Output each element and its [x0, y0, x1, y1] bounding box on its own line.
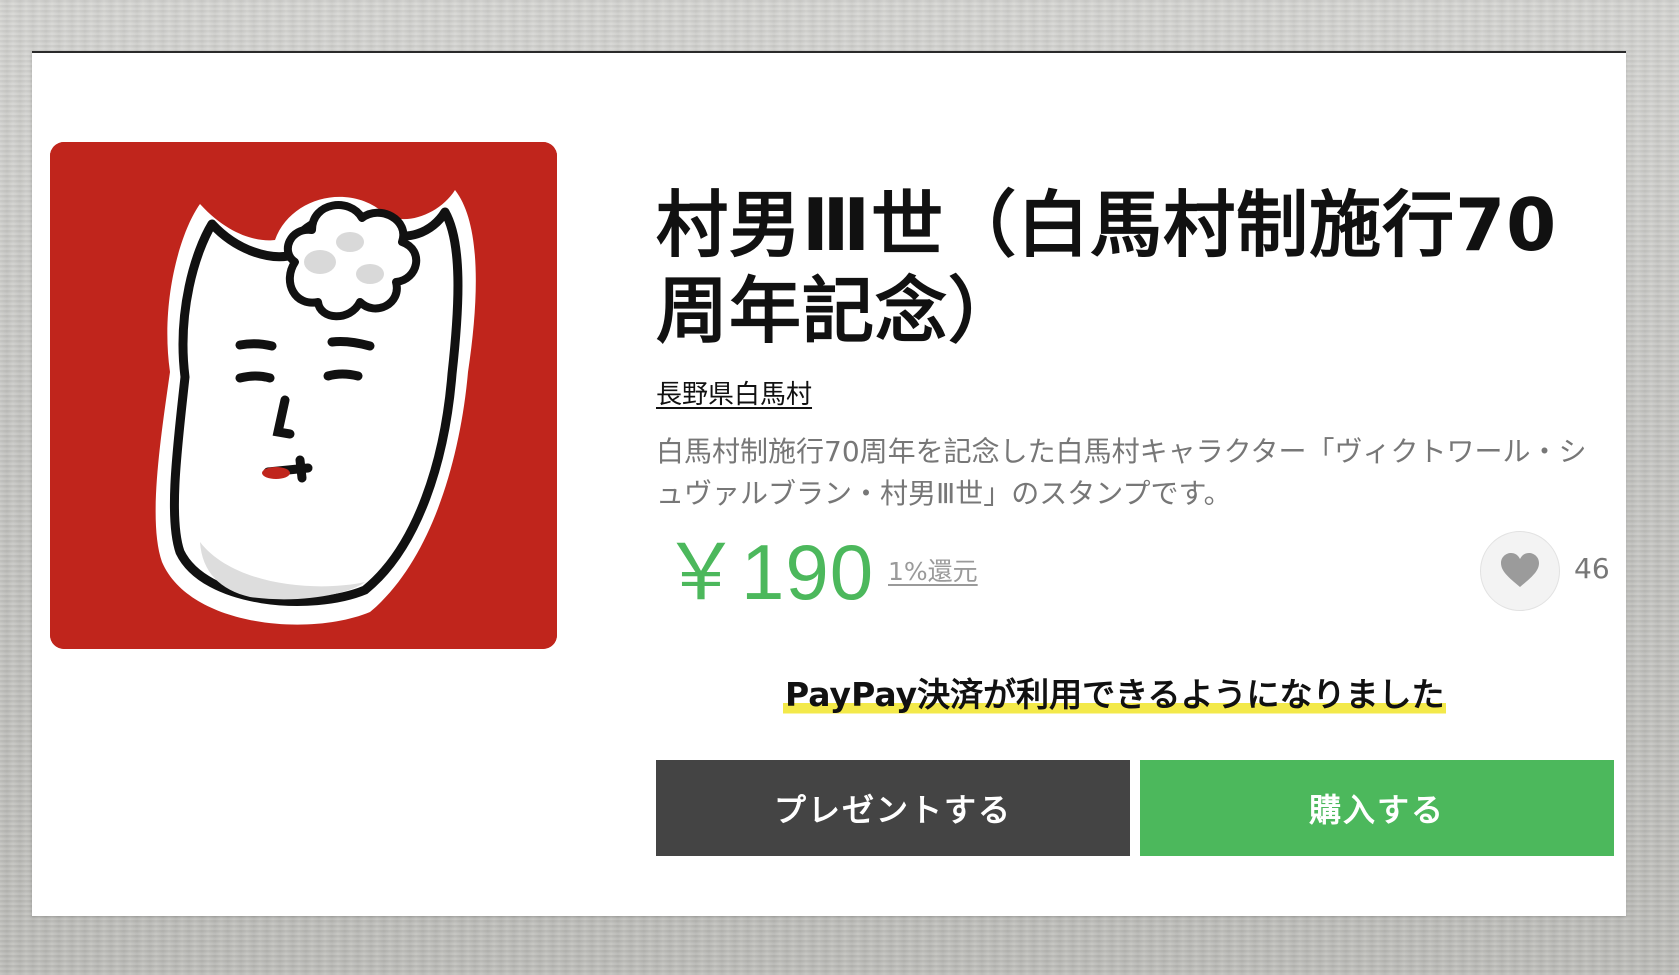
buy-button[interactable]: 購入する — [1140, 760, 1614, 856]
sticker-character-icon — [50, 142, 557, 649]
like-button[interactable] — [1480, 531, 1560, 611]
like-count: 46 — [1574, 552, 1610, 585]
cashback-link[interactable]: 1%還元 — [888, 556, 978, 588]
sticker-description: 白馬村制施行70周年を記念した白馬村キャラクター「ヴィクトワール・シュヴァルブラ… — [656, 435, 1587, 510]
paypay-notice: PayPay決済が利用できるようになりました — [783, 675, 1447, 715]
sticker-title: 村男Ⅲ世（白馬村制施行70周年記念） — [656, 183, 1558, 353]
sticker-thumbnail[interactable] — [50, 142, 557, 649]
heart-icon — [1501, 553, 1539, 587]
present-button[interactable]: プレゼントする — [656, 760, 1130, 856]
author-link[interactable]: 長野県白馬村 — [656, 378, 812, 412]
sticker-price: ￥190 — [662, 528, 875, 616]
